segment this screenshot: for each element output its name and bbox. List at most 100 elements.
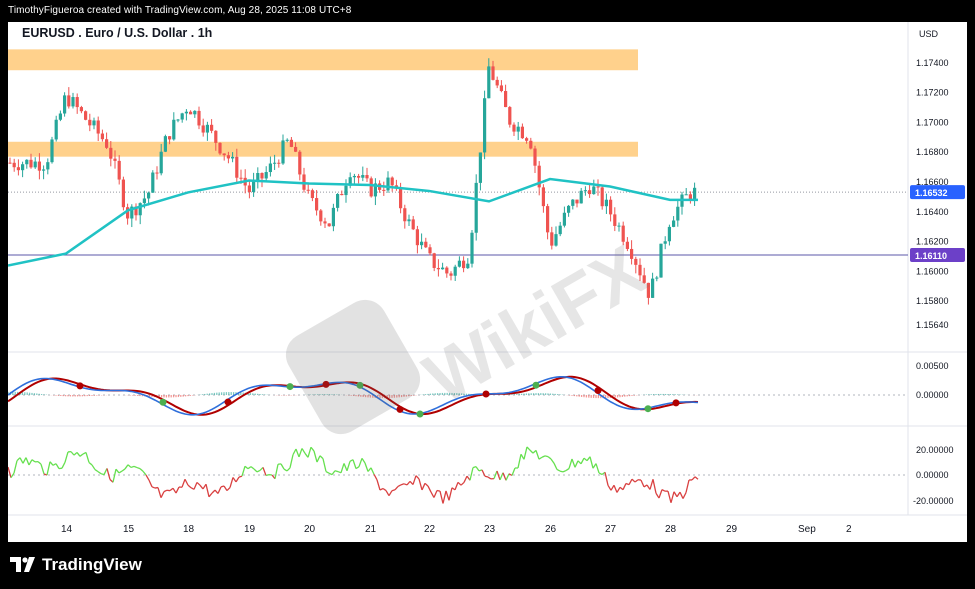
rsi-segment	[28, 459, 33, 466]
chart-svg[interactable]: 1.174001.172001.170001.168001.166001.164…	[8, 22, 967, 542]
candle	[525, 138, 529, 141]
candle	[71, 97, 75, 107]
candle	[541, 187, 545, 207]
wikifx-watermark: WikiFX	[285, 230, 659, 435]
candle	[142, 198, 146, 204]
price-tick-label: 1.16800	[916, 147, 949, 157]
candle	[436, 267, 440, 270]
rsi-segment	[403, 483, 408, 486]
rsi-segment	[85, 452, 90, 463]
rsi-segment	[346, 461, 351, 471]
candle	[96, 120, 100, 134]
time-axis-label: 14	[61, 524, 73, 535]
candle	[327, 223, 331, 227]
rsi-segment	[424, 482, 429, 487]
rsi-segment	[418, 478, 423, 491]
rsi-segment	[541, 455, 546, 458]
chart-area[interactable]: 1.17400 1.17200 1.17000 1.16800 1.16600 1.164…	[8, 22, 967, 542]
rsi-segment	[607, 484, 612, 491]
candle	[424, 241, 428, 248]
candle	[466, 263, 470, 269]
bottom-bar: TradingView	[0, 542, 975, 589]
rsi-segment	[370, 467, 375, 475]
rsi-segment	[550, 458, 555, 464]
rsi-segment	[400, 483, 405, 486]
crossover-marker	[286, 383, 294, 391]
rsi-segment	[205, 484, 210, 497]
candle	[205, 124, 209, 133]
rsi-segment	[391, 489, 396, 492]
rsi-segment	[88, 461, 93, 466]
candle	[54, 119, 58, 140]
candle	[159, 151, 163, 174]
rsi-segment	[505, 473, 510, 481]
candle	[252, 181, 256, 193]
candle	[604, 199, 608, 207]
candle	[558, 225, 562, 235]
tradingview-logo[interactable]: TradingView	[10, 555, 142, 575]
candle	[596, 186, 600, 188]
candle	[268, 163, 272, 173]
rsi-segment	[661, 489, 666, 492]
rsi-segment	[193, 482, 198, 490]
candle	[655, 277, 659, 279]
rsi-segment	[598, 472, 603, 476]
rsi-segment	[76, 452, 81, 457]
rsi-segment	[427, 485, 432, 493]
rsi-segment	[235, 476, 240, 483]
candle	[172, 119, 176, 140]
candle	[432, 253, 436, 268]
rsi-segment	[694, 476, 699, 480]
rsi-segment	[457, 481, 462, 486]
price-tick-label: 1.17200	[916, 88, 949, 98]
rsi-segment	[133, 465, 138, 469]
rsi-segment	[331, 470, 336, 476]
rsi-segment	[340, 463, 345, 473]
rsi-segment	[316, 455, 321, 463]
rsi-segment	[148, 479, 153, 488]
rsi-segment	[487, 476, 492, 480]
rsi-segment	[136, 466, 141, 470]
rsi-segment	[394, 486, 399, 491]
rsi-segment	[103, 468, 108, 475]
candle	[289, 139, 293, 147]
candle	[121, 179, 125, 208]
candle	[567, 205, 571, 213]
rsi-segment	[415, 475, 420, 480]
time-axis-label: 29	[726, 524, 738, 535]
rsi-segment	[640, 479, 645, 488]
candle	[16, 167, 20, 171]
rsi-segment	[37, 461, 42, 465]
candle	[453, 266, 457, 276]
symbol-title[interactable]: EURUSD . Euro / U.S. Dollar . 1h	[22, 26, 212, 40]
rsi-segment	[262, 467, 267, 476]
rsi-segment	[130, 465, 135, 469]
rsi-segment	[61, 461, 66, 469]
rsi-segment	[352, 459, 357, 469]
rsi-segment	[376, 479, 381, 491]
rsi-segment	[145, 474, 150, 481]
candle	[331, 207, 335, 227]
rsi-segment	[667, 491, 672, 503]
price-tick-label: 1.15800	[916, 296, 949, 306]
rsi-segment	[361, 457, 366, 464]
candle	[201, 125, 205, 133]
crossover-marker	[396, 405, 404, 413]
rsi-segment	[313, 450, 318, 463]
time-axis-label: 23	[484, 524, 496, 535]
candle	[583, 190, 587, 192]
candle	[571, 199, 575, 206]
rsi-segment	[460, 481, 465, 486]
candle	[231, 156, 235, 159]
candle	[12, 162, 16, 168]
candle	[546, 206, 550, 233]
rsi-segment	[526, 446, 531, 451]
rsi-segment	[556, 468, 561, 472]
rsi-segment	[55, 463, 60, 469]
candle	[415, 229, 419, 246]
rsi-segment	[655, 492, 660, 499]
rsi-segment	[559, 470, 564, 473]
time-axis-label: 18	[183, 524, 195, 535]
candle	[260, 173, 264, 179]
watermark-logo-icon	[285, 299, 421, 435]
